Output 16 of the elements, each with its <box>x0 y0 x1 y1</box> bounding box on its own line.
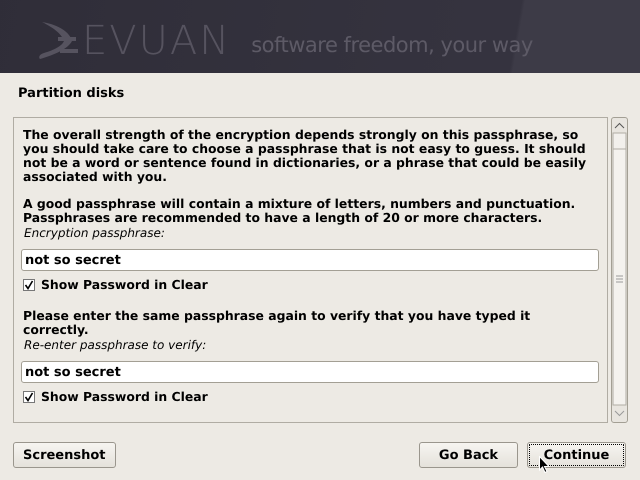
field-label: Encryption passphrase: <box>24 226 166 240</box>
field-label: Re-enter passphrase to verify: <box>24 338 208 352</box>
passphrase-field[interactable]: not so secret <box>21 249 599 271</box>
dialog-button[interactable]: Continue <box>527 442 626 468</box>
checkbox[interactable] <box>23 390 35 402</box>
page-title: Partition disks <box>17 85 126 102</box>
dialog-button[interactable]: Screenshot <box>13 442 116 468</box>
instruction-text: The overall strength of the encryption depends strongly on this passphrase, so you should take care to choose a passphrase that is not easy to guess. It should not be a word or sentence found in dictionaries, or a phrase that could be easily associated with you. <box>23 128 588 184</box>
checkbox-label: Show Password in Clear <box>41 277 208 292</box>
scrollbar[interactable] <box>611 117 628 423</box>
passphrase-field[interactable]: not so secret <box>21 361 599 383</box>
instruction-text: Please enter the same passphrase again to verify that you have typed it correctly. <box>23 309 532 337</box>
instruction-text: A good passphrase will contain a mixture of letters, numbers and punctuation. Passphrases are recommended to have a length of 20 or more characters. <box>23 197 576 225</box>
checkbox[interactable] <box>23 278 35 290</box>
checkbox-label: Show Password in Clear <box>41 389 208 404</box>
dialog-button[interactable]: Go Back <box>419 442 518 468</box>
